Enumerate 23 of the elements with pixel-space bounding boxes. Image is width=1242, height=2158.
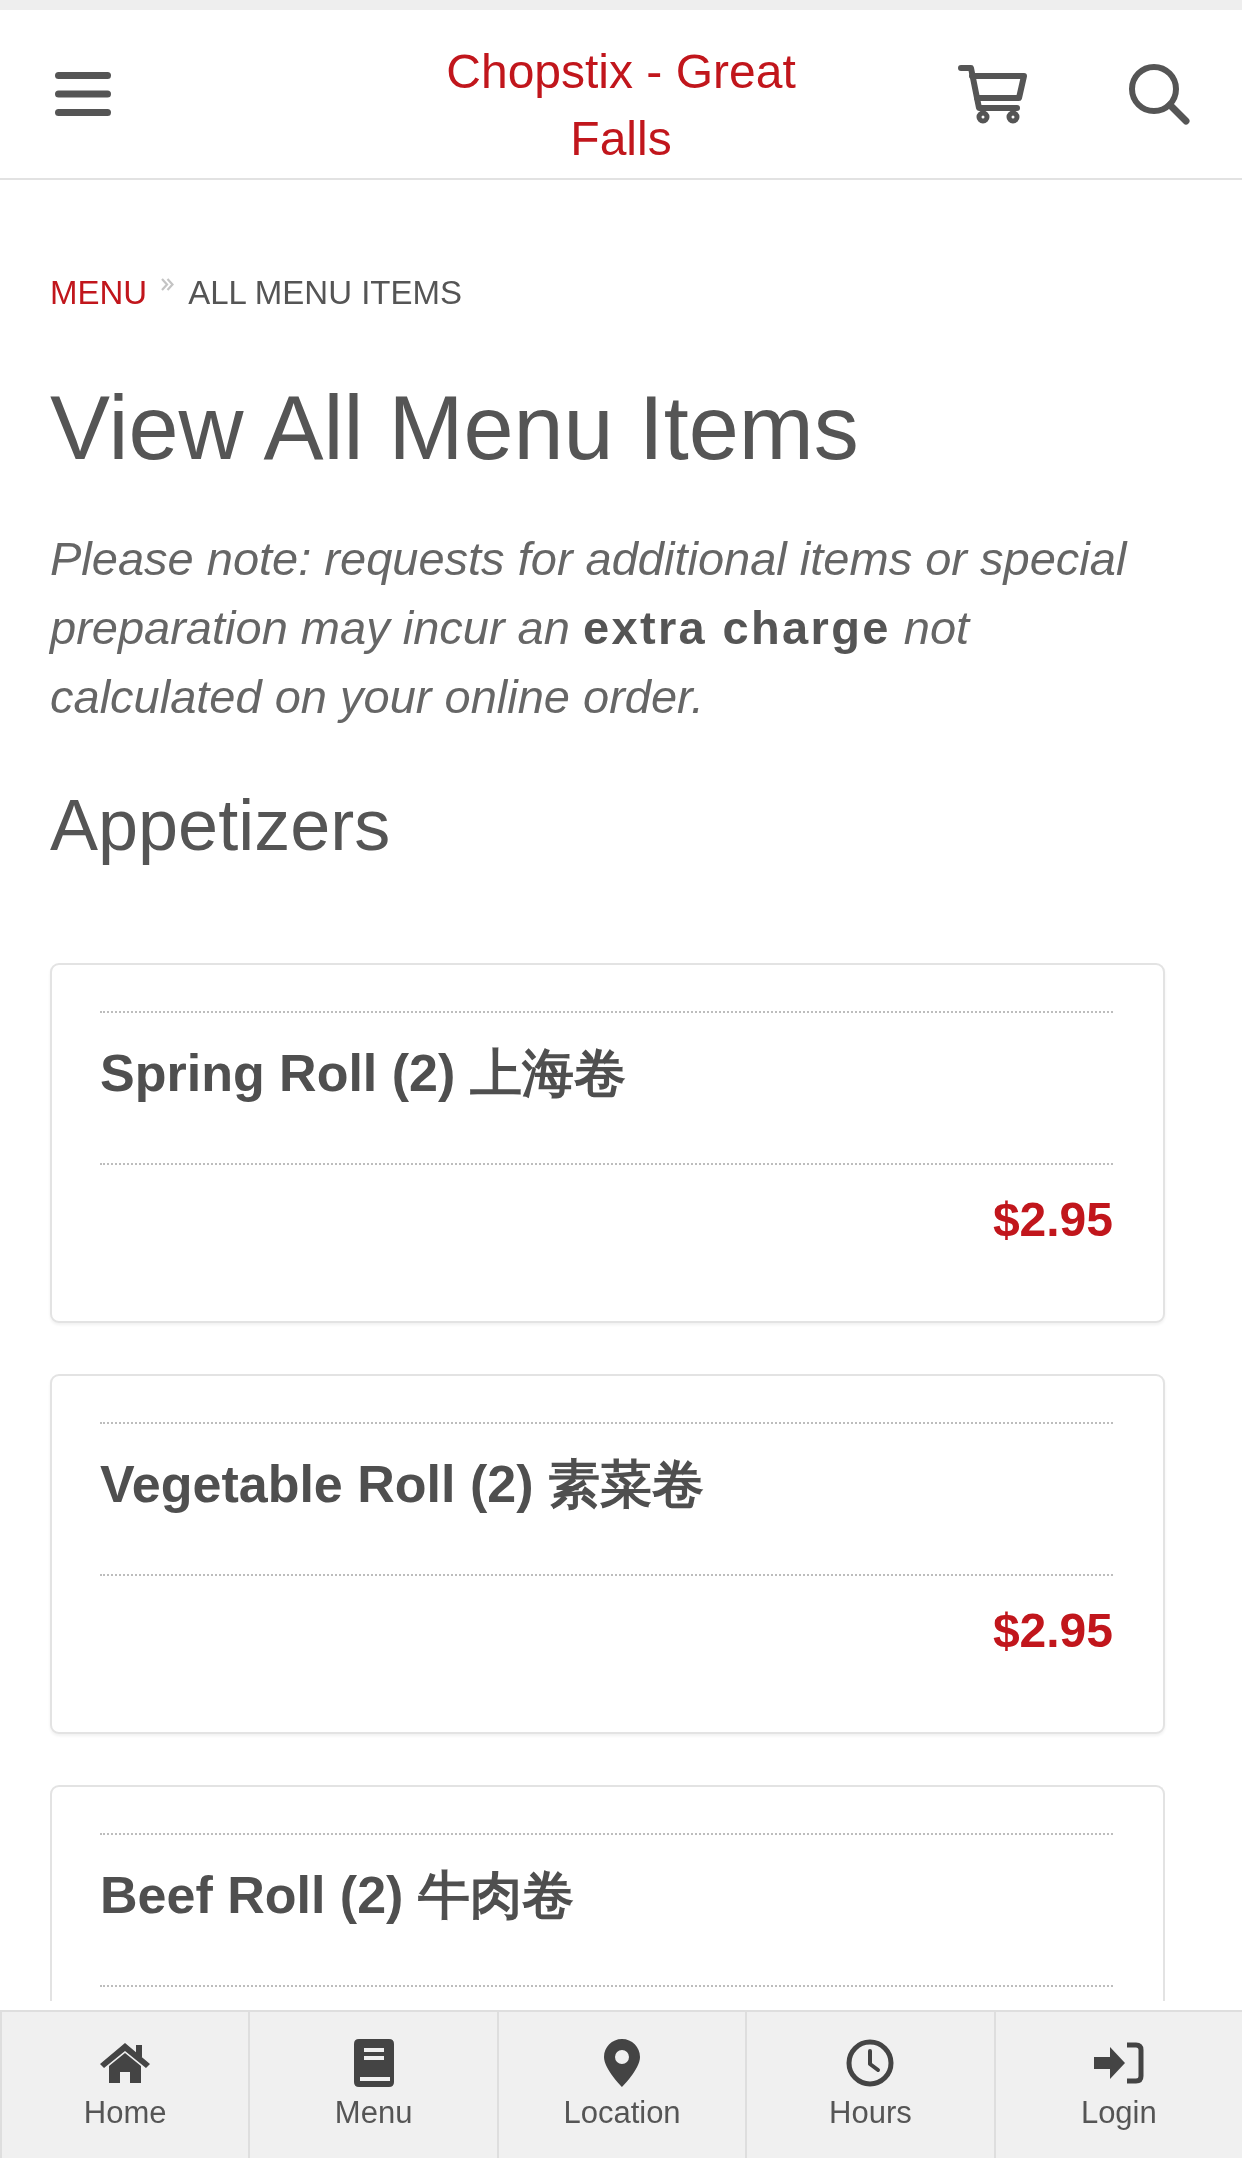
page-title: View All Menu Items — [50, 377, 860, 480]
section-heading: Appetizers — [50, 784, 392, 867]
item-price: $2.95 — [992, 1192, 1113, 1248]
menu-item-card[interactable]: Spring Roll (2) 上海卷 $2.95 — [50, 963, 1165, 1323]
menu-item-card[interactable]: Beef Roll (2) 牛肉卷 — [50, 1785, 1165, 2001]
breadcrumb-current: ALL MENU ITEMS — [188, 273, 462, 313]
double-chevron-icon — [161, 278, 175, 291]
home-icon — [99, 2042, 152, 2084]
menu-item-card[interactable]: Vegetable Roll (2) 素菜卷 $2.95 — [50, 1374, 1165, 1734]
item-price: $2.95 — [992, 1603, 1113, 1659]
item-name: Beef Roll (2) 牛肉卷 — [100, 1866, 574, 1924]
sign-in-icon — [1093, 2042, 1144, 2084]
book-icon — [353, 2039, 394, 2087]
breadcrumb-link[interactable]: MENU — [50, 273, 148, 313]
clock-icon — [846, 2039, 895, 2087]
cart-icon[interactable] — [958, 64, 1028, 124]
item-name: Vegetable Roll (2) 素菜卷 — [100, 1455, 704, 1513]
map-pin-icon — [604, 2039, 640, 2087]
item-name: Spring Roll (2) 上海卷 — [100, 1044, 626, 1102]
note-text: Please note: requests for additional items or special preparation may incur an extra charge not calculated on your online order. — [50, 531, 1129, 725]
search-icon[interactable] — [1128, 63, 1190, 125]
site-title[interactable]: Chopstix - Great Falls — [411, 38, 831, 172]
menu-icon[interactable] — [55, 72, 111, 116]
